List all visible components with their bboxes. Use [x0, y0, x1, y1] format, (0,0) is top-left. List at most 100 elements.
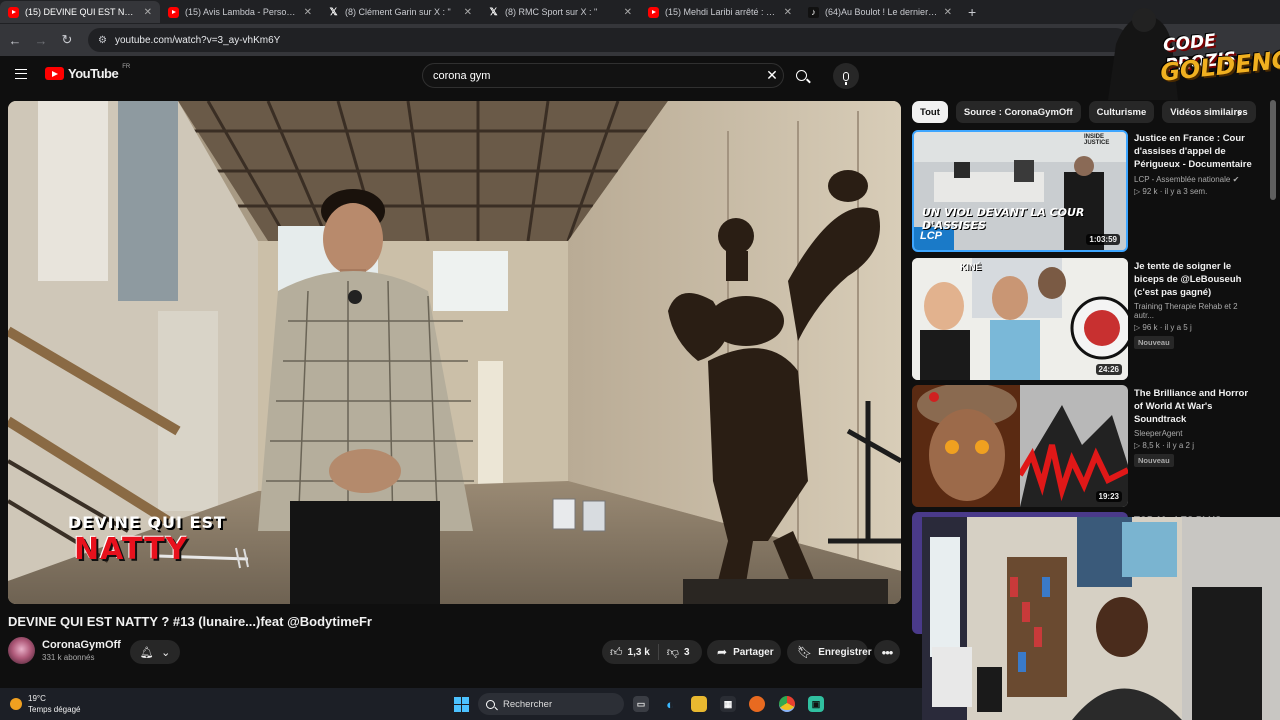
channel-info: CoronaGymOff 331 k abonnés [8, 637, 121, 664]
notification-bell-button[interactable]: 🔔︎ ⌄ [130, 640, 180, 664]
tab-label: (64)Au Boulot ! Le dernier film [825, 7, 938, 17]
recommendation-channel[interactable]: Training Therapie Rehab et 2 autr... [1134, 302, 1254, 320]
url-text: youtube.com/watch?v=3_ay-vhKm6Y [114, 34, 281, 46]
page-scrollbar[interactable] [1270, 100, 1276, 200]
windows-start-icon[interactable] [454, 697, 469, 712]
temperature: 19°C [28, 694, 46, 703]
chrome-icon[interactable] [779, 696, 795, 712]
save-button[interactable]: 🔖︎ Enregistrer [787, 640, 872, 664]
new-tab-icon[interactable]: + [960, 4, 984, 20]
share-button[interactable]: ➦ Partager [707, 640, 781, 664]
more-icon: ••• [881, 644, 894, 660]
chip-bodybuilding[interactable]: Culturisme [1088, 101, 1155, 123]
close-tab-icon[interactable]: ✕ [144, 7, 152, 18]
weather-widget[interactable]: 19°C Temps dégagé [10, 693, 80, 715]
close-tab-icon[interactable]: ✕ [784, 7, 792, 18]
video-title: DEVINE QUI EST NATTY ? #13 (lunaire...)f… [8, 614, 372, 629]
search-input[interactable]: corona gym ✕ [422, 63, 784, 88]
views-icon: ▷ [1134, 323, 1141, 332]
app-icon[interactable]: ▣ [808, 696, 824, 712]
browser-tab-3[interactable]: 𝕏 (8) RMC Sport sur X : " ✕ [480, 1, 640, 23]
new-badge: Nouveau [1134, 336, 1174, 349]
forward-arrow-icon[interactable]: → [32, 33, 50, 48]
thumbnail-label: KINÉ [960, 262, 982, 272]
thumbs-down-icon: 👎︎ [666, 644, 679, 659]
edge-icon[interactable]: ◐ [662, 696, 678, 712]
recommendation-title[interactable]: The Brilliance and Horror of World At Wa… [1134, 387, 1254, 426]
address-bar[interactable]: ⚙ youtube.com/watch?v=3_ay-vhKm6Y [88, 28, 1128, 52]
chevron-right-icon[interactable]: › [1237, 104, 1242, 120]
weather-description: Temps dégagé [28, 705, 81, 714]
browser-tab-4[interactable]: (15) Mehdi Laribi arrêté : "La D ✕ [640, 1, 800, 23]
browser-tab-1[interactable]: (15) Avis Lambda - Persona 5 R ✕ [160, 1, 320, 23]
recommendation-title[interactable]: Justice en France : Cour d'assises d'app… [1134, 132, 1254, 172]
close-tab-icon[interactable]: ✕ [464, 7, 472, 18]
browser-tab-2[interactable]: 𝕏 (8) Clément Garin sur X : " ✕ [320, 1, 480, 23]
more-actions-button[interactable]: ••• [874, 640, 900, 664]
close-tab-icon[interactable]: ✕ [624, 7, 632, 18]
share-label: Partager [733, 646, 774, 658]
chip-all[interactable]: Tout [912, 101, 948, 123]
browser-tab-bar: (15) DEVINE QUI EST NATTY ? # ✕ (15) Avi… [0, 0, 1280, 24]
chevron-down-icon: ⌄ [161, 646, 171, 659]
thumbnail-caption: UN VIOL DEVANT LA COUR D'ASSISES [922, 206, 1085, 232]
store-icon[interactable]: ▦ [720, 696, 736, 712]
recommendation-title[interactable]: Je tente de soigner le biceps de @LeBous… [1134, 260, 1254, 299]
browser-tab-5[interactable]: ♪ (64)Au Boulot ! Le dernier film ✕ [800, 1, 960, 23]
chip-source[interactable]: Source : CoronaGymOff [955, 101, 1081, 123]
like-count: 1,3 k [627, 646, 650, 658]
video-player[interactable]: DEVINE QUI EST NATTY [8, 101, 901, 604]
views-icon: ▷ [1134, 187, 1141, 196]
youtube-icon [8, 6, 19, 18]
dislike-count: 3 [683, 646, 690, 658]
tab-label: (15) Avis Lambda - Persona 5 R [185, 7, 298, 17]
dislike-button[interactable]: 👎︎ 3 [659, 640, 698, 664]
site-settings-icon[interactable]: ⚙ [98, 35, 107, 46]
close-tab-icon[interactable]: ✕ [304, 7, 312, 18]
firefox-icon[interactable] [749, 696, 765, 712]
thumbnail-image [912, 258, 1128, 380]
tab-label: (8) RMC Sport sur X : " [505, 7, 598, 17]
file-explorer-icon[interactable] [691, 696, 707, 712]
youtube-logo[interactable]: YouTube FR [45, 64, 130, 81]
youtube-header: YouTube FR corona gym ✕ [0, 56, 1280, 96]
recommendation-channel[interactable]: SleeperAgent [1134, 429, 1254, 438]
stream-promo-overlay: CODE PROZIS GOLDENG [1108, 4, 1280, 100]
address-toolbar: ← → ↻ ⚙ youtube.com/watch?v=3_ay-vhKm6Y [0, 24, 1280, 56]
webcam-feed [922, 517, 1280, 720]
search-button[interactable] [786, 63, 816, 88]
channel-name[interactable]: CoronaGymOff [42, 639, 121, 651]
save-label: Enregistrer [818, 646, 872, 658]
clear-search-icon[interactable]: ✕ [761, 67, 783, 84]
tab-label: (15) DEVINE QUI EST NATTY ? # [25, 7, 138, 17]
sun-icon [10, 698, 22, 710]
like-button[interactable]: 👍︎ 1,3 k [602, 640, 658, 664]
back-arrow-icon[interactable]: ← [6, 33, 24, 48]
views-icon: ▷ [1134, 441, 1141, 450]
hamburger-menu-icon[interactable] [15, 69, 27, 79]
close-tab-icon[interactable]: ✕ [944, 7, 952, 18]
video-thumbnail[interactable]: 19:23 [912, 385, 1128, 507]
channel-avatar[interactable] [8, 637, 35, 664]
x-icon: 𝕏 [489, 6, 498, 18]
browser-tab-0[interactable]: (15) DEVINE QUI EST NATTY ? # ✕ [0, 1, 160, 23]
youtube-icon [168, 6, 179, 18]
taskbar-search[interactable]: Rechercher [478, 693, 624, 715]
duration-badge: 1:03:59 [1086, 234, 1120, 245]
recommendation-item[interactable]: KINÉ 24:26 Je tente de soigner le biceps… [912, 258, 1242, 380]
task-view-icon[interactable]: ▭ [633, 696, 649, 712]
overlay-line-1: DEVINE QUI EST [68, 513, 226, 532]
x-icon: 𝕏 [329, 6, 338, 18]
reload-icon[interactable]: ↻ [58, 32, 76, 48]
filter-chips: Tout Source : CoronaGymOff Culturisme Vi… [912, 101, 1256, 123]
video-thumbnail[interactable]: KINÉ 24:26 [912, 258, 1128, 380]
voice-search-button[interactable] [833, 63, 859, 89]
video-thumbnail[interactable]: UN VIOL DEVANT LA COUR D'ASSISES LCP INS… [912, 130, 1128, 252]
windows-taskbar: 19°C Temps dégagé Rechercher ▭ ◐ ▦ ▣ [0, 688, 922, 720]
recommendation-channel[interactable]: LCP - Assemblée nationale ✔ [1134, 175, 1254, 184]
recommendation-item[interactable]: UN VIOL DEVANT LA COUR D'ASSISES LCP INS… [912, 130, 1252, 252]
bookmark-icon: 🔖︎ [797, 645, 813, 659]
recommendation-meta: ▷ 96 k · il y a 5 j [1134, 323, 1192, 332]
search-icon [486, 699, 495, 709]
recommendation-item[interactable]: 19:23 The Brilliance and Horror of World… [912, 385, 1248, 507]
